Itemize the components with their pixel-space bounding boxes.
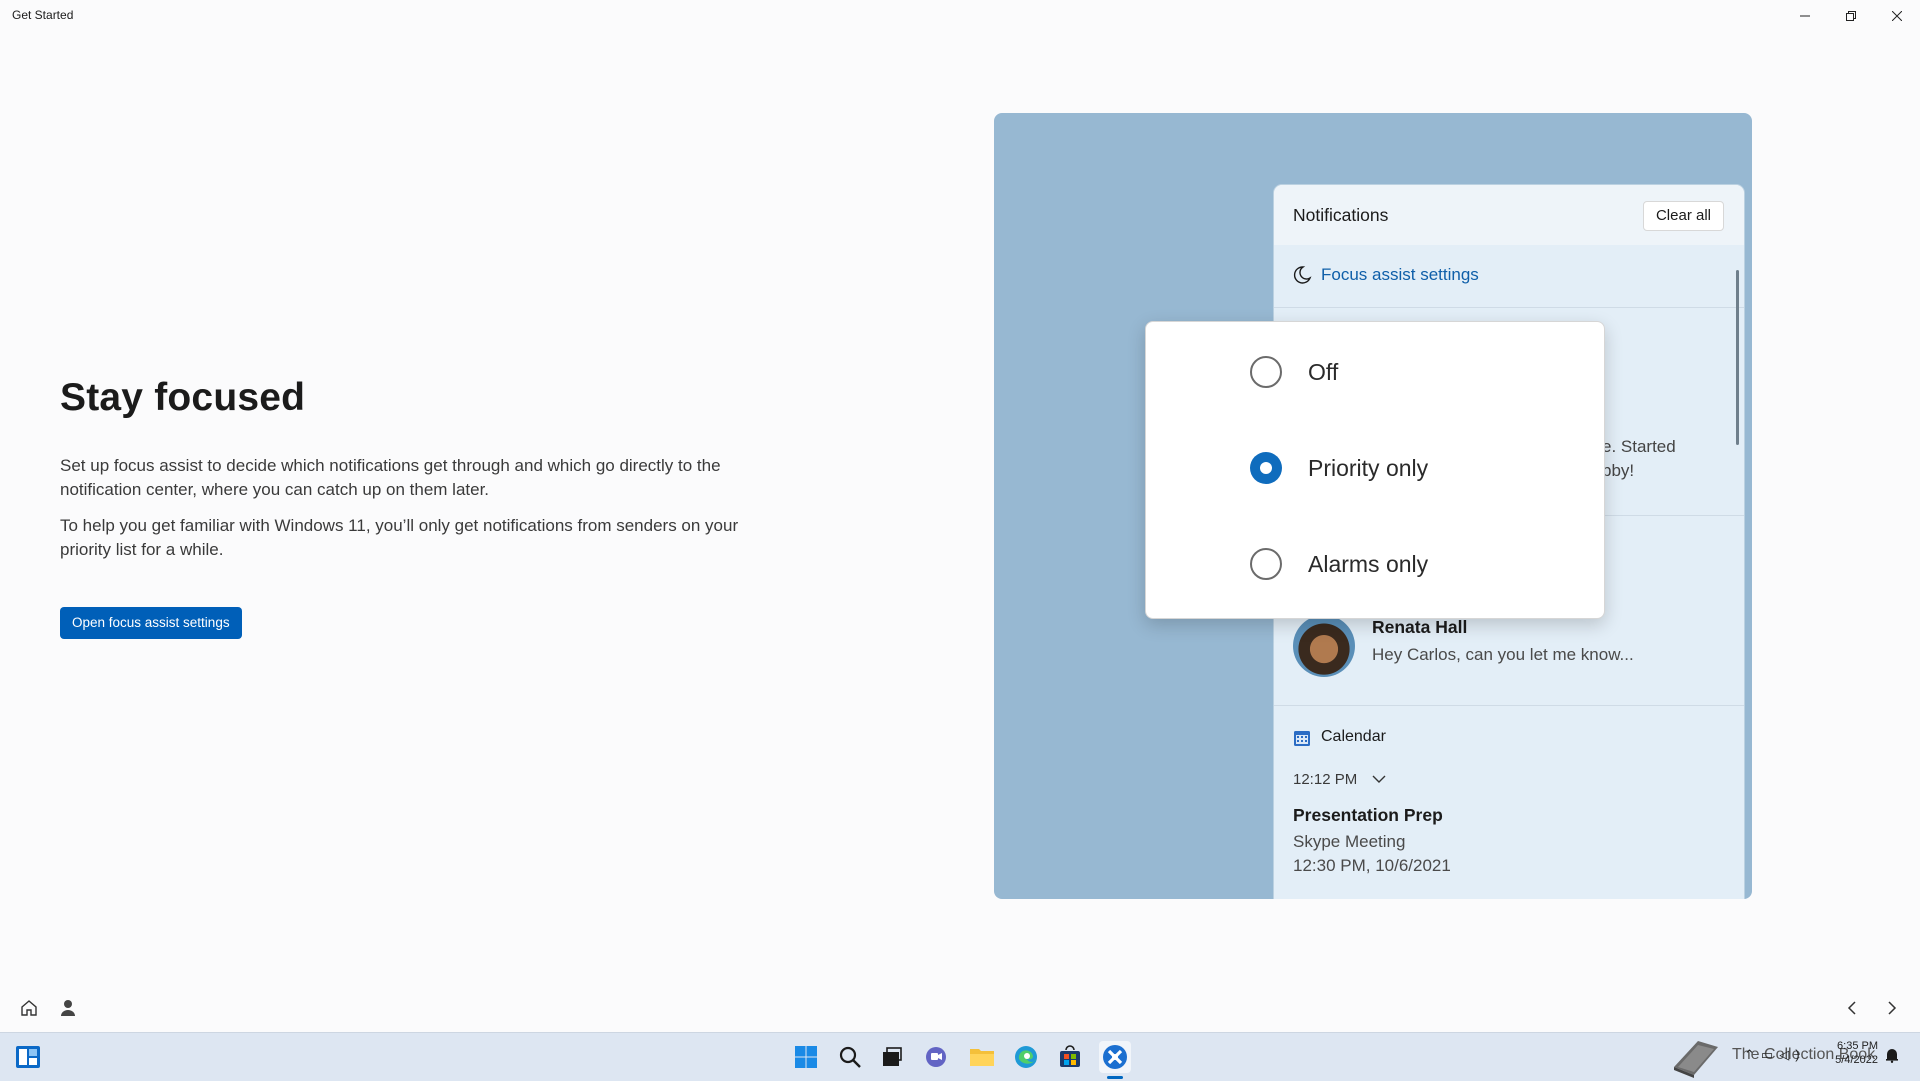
- event-datetime: 12:30 PM, 10/6/2021: [1293, 856, 1451, 875]
- file-explorer-button[interactable]: [966, 1041, 998, 1073]
- radio-option-priority-only: Priority only: [1250, 448, 1428, 488]
- task-view-icon: [883, 1047, 902, 1066]
- close-button[interactable]: [1874, 0, 1920, 32]
- search-button[interactable]: [834, 1041, 866, 1073]
- partial-notification-text: e. Started bby!: [1602, 435, 1676, 483]
- radio-label: Off: [1308, 358, 1339, 385]
- chevron-down-icon: [1372, 775, 1386, 783]
- radio-option-off: Off: [1250, 352, 1338, 392]
- close-icon: [1892, 11, 1902, 21]
- notification-header: Notifications Clear all: [1274, 185, 1744, 245]
- taskbar: The Collection Book ⌃▭◁) 6:35 PM 5/4/202…: [0, 1032, 1920, 1081]
- description-paragraph-2: To help you get familiar with Windows 11…: [60, 516, 739, 559]
- title-bar: Get Started: [0, 0, 1920, 32]
- clock-date: 5/4/2022: [1835, 1054, 1878, 1066]
- edge-icon: [1015, 1046, 1037, 1068]
- store-icon: [1060, 1045, 1080, 1067]
- panel-scrollbar: [1736, 270, 1739, 445]
- start-button[interactable]: [790, 1041, 822, 1073]
- radio-option-alarms-only: Alarms only: [1250, 544, 1428, 584]
- notifications-title: Notifications: [1293, 205, 1389, 225]
- chevron-up-icon[interactable]: ⌃: [1744, 1047, 1761, 1062]
- chat-button[interactable]: [920, 1041, 952, 1073]
- chat-icon: [926, 1047, 946, 1067]
- task-view-button[interactable]: [876, 1041, 908, 1073]
- focus-assist-settings-link: Focus assist settings: [1321, 265, 1479, 284]
- get-started-icon: [1103, 1045, 1127, 1069]
- network-icon[interactable]: ▭: [1761, 1047, 1779, 1062]
- radio-label: Priority only: [1308, 454, 1429, 481]
- radio-button-selected: [1250, 452, 1282, 484]
- widgets-button[interactable]: [12, 1041, 44, 1073]
- volume-icon[interactable]: ◁): [1779, 1047, 1805, 1062]
- clock[interactable]: 6:35 PM 5/4/2022: [1826, 1039, 1878, 1067]
- chevron-left-icon: [1847, 1001, 1856, 1015]
- open-focus-assist-settings-button[interactable]: Open focus assist settings: [60, 607, 242, 639]
- account-button[interactable]: [56, 996, 80, 1020]
- page-title: Stay focused: [60, 376, 306, 419]
- partial-line-2: bby!: [1602, 461, 1635, 480]
- book-icon: [1674, 1041, 1718, 1078]
- active-app-indicator: [1107, 1076, 1123, 1079]
- radio-button: [1250, 548, 1282, 580]
- avatar: [1293, 615, 1355, 677]
- calendar-icon: [1294, 731, 1310, 746]
- minimize-icon: [1800, 15, 1810, 17]
- start-icon: [795, 1046, 817, 1068]
- minimize-button[interactable]: [1782, 0, 1828, 32]
- moon-icon: [1293, 266, 1312, 284]
- get-started-button[interactable]: [1099, 1041, 1131, 1073]
- clear-all-button: Clear all: [1642, 201, 1724, 231]
- next-button[interactable]: [1878, 994, 1906, 1022]
- divider: [1274, 705, 1744, 706]
- store-button[interactable]: [1054, 1041, 1086, 1073]
- home-icon: [21, 1000, 37, 1016]
- radio-button: [1250, 356, 1282, 388]
- home-button[interactable]: [16, 996, 42, 1020]
- focus-assist-settings-row: Focus assist settings: [1274, 245, 1744, 308]
- calendar-time: 12:12 PM: [1293, 771, 1358, 788]
- system-tray[interactable]: ⌃▭◁): [1744, 1047, 1806, 1063]
- focus-assist-illustration: Notifications Clear all Focus assist set…: [994, 113, 1752, 899]
- chevron-right-icon: [1888, 1001, 1897, 1015]
- partial-line-1: e. Started: [1602, 437, 1676, 456]
- calendar-app-label: Calendar: [1321, 728, 1386, 745]
- search-icon: [839, 1046, 861, 1068]
- previous-button[interactable]: [1838, 994, 1866, 1022]
- person-icon: [61, 1000, 75, 1016]
- radio-label: Alarms only: [1308, 550, 1429, 577]
- file-explorer-icon: [970, 1049, 994, 1066]
- description-paragraph-1: Set up focus assist to decide which noti…: [60, 456, 721, 499]
- message-sender: Renata Hall: [1372, 617, 1468, 637]
- focus-mode-options-card: Off Priority only Alarms only: [1145, 321, 1605, 619]
- event-title: Presentation Prep: [1293, 805, 1443, 825]
- event-subtitle: Skype Meeting: [1293, 832, 1406, 851]
- message-preview: Hey Carlos, can you let me know...: [1372, 645, 1634, 664]
- restore-icon: [1846, 11, 1856, 21]
- window-title: Get Started: [12, 8, 74, 22]
- notification-bell-icon[interactable]: [1884, 1047, 1900, 1063]
- edge-button[interactable]: [1010, 1041, 1042, 1073]
- restore-button[interactable]: [1828, 0, 1874, 32]
- clock-time: 6:35 PM: [1837, 1040, 1878, 1052]
- widgets-icon: [16, 1046, 40, 1068]
